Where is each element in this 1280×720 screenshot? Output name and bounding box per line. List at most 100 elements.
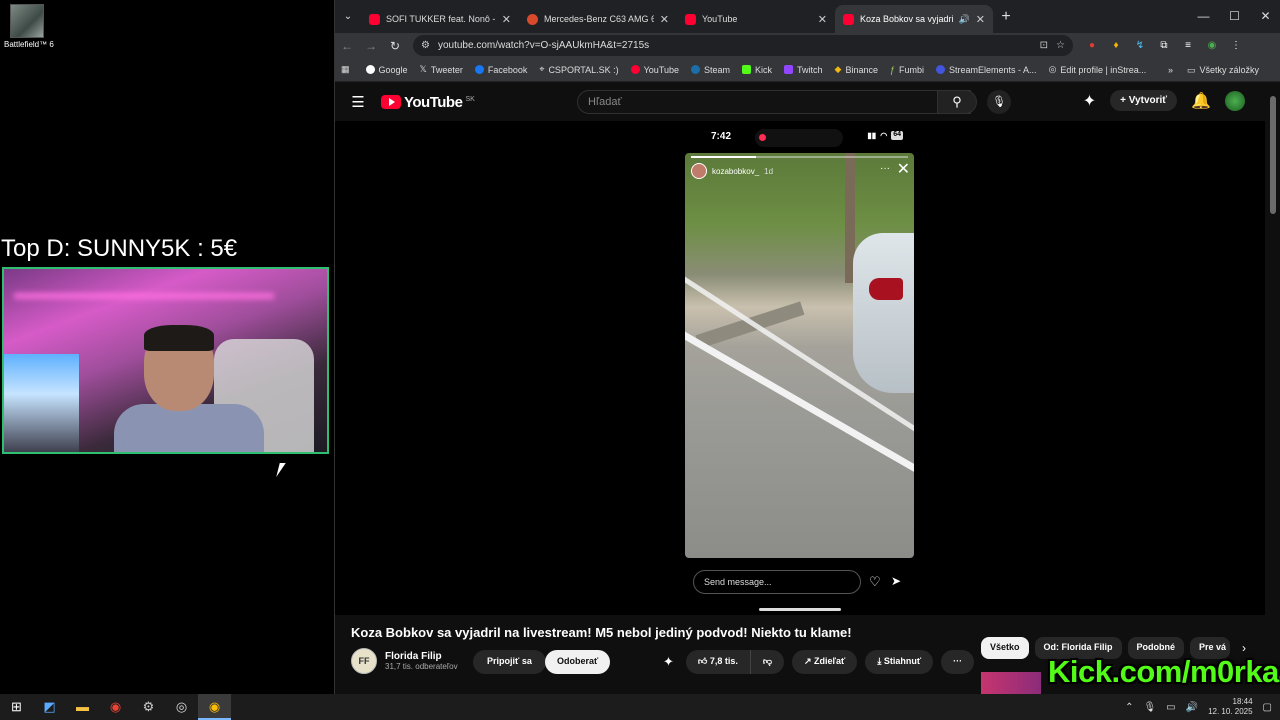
bookmark-kick[interactable]: Kick [742,65,772,75]
gemini-icon[interactable]: ✦ [1083,91,1096,111]
browser-window: ⌄ SOFI TUKKER feat. Nonô - "Pick ✕ Merce… [334,0,1280,694]
story-progress-bar [691,156,908,158]
clock[interactable]: 18:44 12. 10. 2025 [1208,697,1252,717]
tab-search-button[interactable]: ⌄ [335,11,361,22]
bookmark-youtube[interactable]: YouTube [630,65,679,75]
back-button[interactable]: ← [335,39,359,53]
bookmark-fumbi[interactable]: ƒ Fumbi [890,65,924,75]
logo-text: YouTube [404,93,463,111]
close-icon[interactable]: ✕ [502,13,511,26]
bookmark-csportal[interactable]: ⌖ CSPORTAL.SK :) [539,64,618,75]
new-tab-button[interactable]: + [993,8,1019,26]
channel-info: FF Florida Filip 31,7 tis. odberateľov [351,648,458,674]
all-bookmarks-button[interactable]: ▭ Všetky záložky [1187,65,1259,76]
extensions-puzzle-icon[interactable]: ⧉ [1157,40,1171,51]
network-icon[interactable]: ▭ [1166,702,1175,713]
thumbs-up-icon: 👍︎ [697,656,708,666]
chrome-active-icon[interactable]: ◉ [198,694,231,720]
profile-avatar-icon[interactable]: ◉ [1205,40,1219,51]
search-input[interactable]: Hľadať [577,90,971,114]
steam-icon[interactable]: ⚙ [132,694,165,720]
close-icon[interactable]: ✕ [976,13,985,26]
tab-mercedes[interactable]: Mercedes-Benz C63 AMG 6.2 V ✕ [519,5,677,33]
subscribe-button[interactable]: Odoberať [545,650,611,674]
chip-all[interactable]: Všetko [981,637,1029,659]
send-icon: ➤ [891,574,902,588]
bookmark-label: Edit profile | inStrea... [1060,64,1147,75]
recommended-video-thumbnail[interactable] [981,672,1041,694]
tab-sofi-tukker[interactable]: SOFI TUKKER feat. Nonô - "Pick ✕ [361,5,519,33]
start-windows-icon[interactable]: ⊞ [0,694,33,720]
close-icon[interactable]: ✕ [660,13,669,26]
join-button[interactable]: Pripojiť sa [473,650,546,674]
game-icon [10,4,44,38]
youtube-logo[interactable]: YouTube SK [381,94,475,111]
share-icon: ↗ [803,656,812,666]
notifications-bell-icon[interactable]: 🔔 [1191,91,1211,111]
video-title: Koza Bobkov sa vyjadril na livestream! M… [351,625,852,640]
dislike-button[interactable]: 👎︎ [750,650,784,674]
tab-youtube[interactable]: YouTube ✕ [677,5,835,33]
bookmark-label: CSPORTAL.SK :) [548,64,619,75]
mic-icon[interactable]: 🎙 [1143,702,1156,713]
share-button[interactable]: ↗ Zdieľať [791,650,858,674]
top-donation-text: Top D: SUNNY5K : 5€ [1,235,238,262]
bookmark-twitch[interactable]: Twitch [784,65,823,75]
bookmark-label: Twitch [797,64,823,75]
youtube-icon [685,13,696,25]
file-explorer-icon[interactable]: ▬ [66,694,99,720]
chevron-up-icon[interactable]: ⌃ [1125,702,1133,713]
menu-hamburger-icon[interactable]: ☰ [335,93,381,111]
bookmark-binance[interactable]: ◆ Binance [835,64,878,75]
notifications-icon[interactable]: ▢ [1263,702,1272,713]
download-button[interactable]: ⤓ Stiahnuť [865,650,934,674]
bookmark-tweeter[interactable]: 𝕏 Tweeter [420,64,463,75]
more-actions-button[interactable]: ··· [941,650,975,674]
channel-avatar[interactable]: FF [351,648,377,674]
obs-icon[interactable]: ◎ [165,694,198,720]
chevron-right-icon[interactable]: › [1242,641,1246,655]
bookmark-steam[interactable]: Steam [691,65,730,75]
bookmark-facebook[interactable]: Facebook [474,65,527,75]
kick-channel-overlay: Kick.com/m0rkaa [1048,654,1280,689]
create-button[interactable]: + Vytvoriť [1110,90,1178,111]
install-icon[interactable]: ⊡ [1040,40,1048,51]
media-controls-icon[interactable]: ≡ [1181,40,1195,51]
bookmark-instreamly[interactable]: ◎ Edit profile | inStrea... [1049,64,1147,75]
app-icon-blue[interactable]: ◩ [33,694,66,720]
maximize-button[interactable]: ☐ [1219,0,1250,33]
extension-icon-blue[interactable]: ↯ [1133,40,1147,51]
bookmark-label: Tweeter [430,64,463,75]
download-label: Stiahnuť [883,656,922,666]
extension-icon-yellow[interactable]: ♦ [1109,40,1123,51]
minimize-button[interactable]: — [1188,0,1219,33]
address-bar[interactable]: ⚙ youtube.com/watch?v=O-sjAAUkmHA&t=2715… [413,35,1073,56]
voice-search-button[interactable]: 🎙 [987,90,1011,114]
extension-icon-red[interactable]: ● [1085,40,1099,51]
forward-button[interactable]: → [359,39,383,53]
volume-icon[interactable]: 🔊 [1186,702,1198,713]
close-window-button[interactable]: ✕ [1250,0,1280,33]
bookmarks-overflow-button[interactable]: » [1168,65,1173,75]
bookmark-streamelements[interactable]: StreamElements - A... [936,65,1037,75]
reload-button[interactable]: ↻ [383,39,407,53]
channel-name[interactable]: Florida Filip [385,651,458,662]
scrollbar-thumb[interactable] [1270,96,1276,214]
video-player[interactable]: 7:42 ▮▮ ◠ 64 kozabobkov_ 1d ··· ✕ Send m… [335,121,1265,615]
bookmark-google[interactable]: Google [365,64,408,75]
apps-grid-icon[interactable]: ▦ [341,64,350,75]
clip-sparkle-icon[interactable]: ✦ [663,654,674,670]
close-icon[interactable]: ✕ [818,13,827,26]
tab-koza-bobkov[interactable]: Koza Bobkov sa vyjadril na 🔊 ✕ [835,5,993,33]
chrome-icon[interactable]: ◉ [99,694,132,720]
bookmark-star-icon[interactable]: ☆ [1056,40,1065,51]
menu-kebab-icon[interactable]: ⋮ [1229,40,1243,51]
like-button[interactable]: 👍︎ 7,8 tis. [685,650,751,674]
speaker-icon[interactable]: 🔊 [959,14,970,25]
bookmark-label: Google [378,64,408,75]
search-button[interactable]: ⚲ [937,90,977,114]
desktop-shortcut-battlefield[interactable]: Battlefield™ 6 [4,4,54,49]
phone-recording: 7:42 ▮▮ ◠ 64 kozabobkov_ 1d ··· ✕ Send m… [685,121,915,615]
site-info-icon[interactable]: ⚙ [421,40,430,51]
account-avatar[interactable] [1225,90,1245,111]
